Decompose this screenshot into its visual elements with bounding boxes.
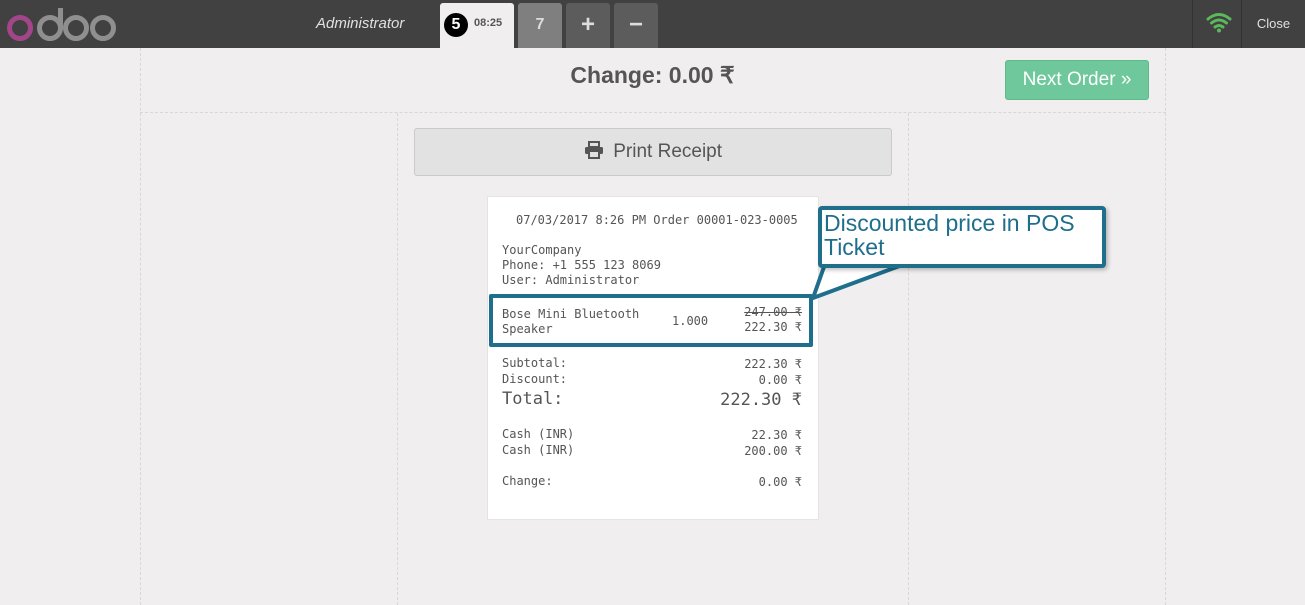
annotation-text-line2: Ticket (824, 234, 885, 260)
receipt-user: User: Administrator (502, 273, 640, 287)
close-button[interactable]: Close (1242, 0, 1305, 48)
receipt-discount: 0.00 ₹ (758, 373, 802, 387)
network-status[interactable] (1192, 0, 1242, 48)
receipt-payment-label: Cash (INR) (502, 427, 575, 441)
receipt-discount-label: Discount: (502, 372, 568, 386)
order-time: 08:25 (474, 17, 503, 29)
receipt-header-line: 07/03/2017 8:26 PM Order 00001-023-0005 (516, 213, 798, 227)
callout-pointer (811, 262, 907, 300)
layout-divider (140, 48, 141, 605)
receipt-change-label: Change: (502, 474, 553, 488)
odoo-logo (7, 8, 116, 41)
receipt-change: 0.00 ₹ (758, 475, 802, 489)
layout-divider (397, 113, 398, 605)
receipt-subtotal-label: Subtotal: (502, 356, 568, 370)
discount-highlight-box (489, 294, 813, 347)
next-order-label: Next Order (1022, 69, 1116, 90)
double-chevron-right-icon: » (1120, 69, 1132, 90)
order-number-badge: 5 (444, 13, 468, 37)
order-tab-7[interactable]: 7 (518, 3, 562, 48)
receipt-subtotal: 222.30 ₹ (744, 357, 802, 371)
printer-icon (584, 141, 603, 159)
receipt-total: 222.30 ₹ (720, 390, 802, 410)
order-tab-active[interactable]: 5 08:25 (440, 3, 514, 48)
cashier-name[interactable]: Administrator (316, 15, 404, 32)
annotation-callout: Discounted price in POS Ticket (818, 206, 1106, 268)
receipt-payment-amount: 22.30 ₹ (751, 428, 802, 442)
new-order-button[interactable]: + (566, 3, 610, 48)
receipt-total-label: Total: (502, 389, 564, 409)
next-order-button[interactable]: Next Order » (1005, 60, 1149, 100)
layout-divider (908, 113, 909, 605)
annotation-text-line1: Discounted price in POS (824, 210, 1075, 236)
wifi-icon (1206, 13, 1232, 33)
layout-divider (140, 112, 1166, 113)
print-receipt-button[interactable]: Print Receipt (414, 128, 892, 176)
layout-divider (1165, 48, 1166, 605)
receipt-payment-label: Cash (INR) (502, 443, 575, 457)
print-receipt-label: Print Receipt (613, 141, 723, 162)
delete-order-button[interactable]: − (614, 3, 658, 48)
receipt-payment-amount: 200.00 ₹ (744, 444, 802, 458)
pos-receipt: 07/03/2017 8:26 PM Order 00001-023-0005 … (487, 196, 819, 520)
receipt-company: YourCompany (502, 243, 582, 257)
receipt-phone: Phone: +1 555 123 8069 (502, 258, 661, 272)
pos-header: Administrator 5 08:25 7 + − Close (0, 0, 1305, 48)
